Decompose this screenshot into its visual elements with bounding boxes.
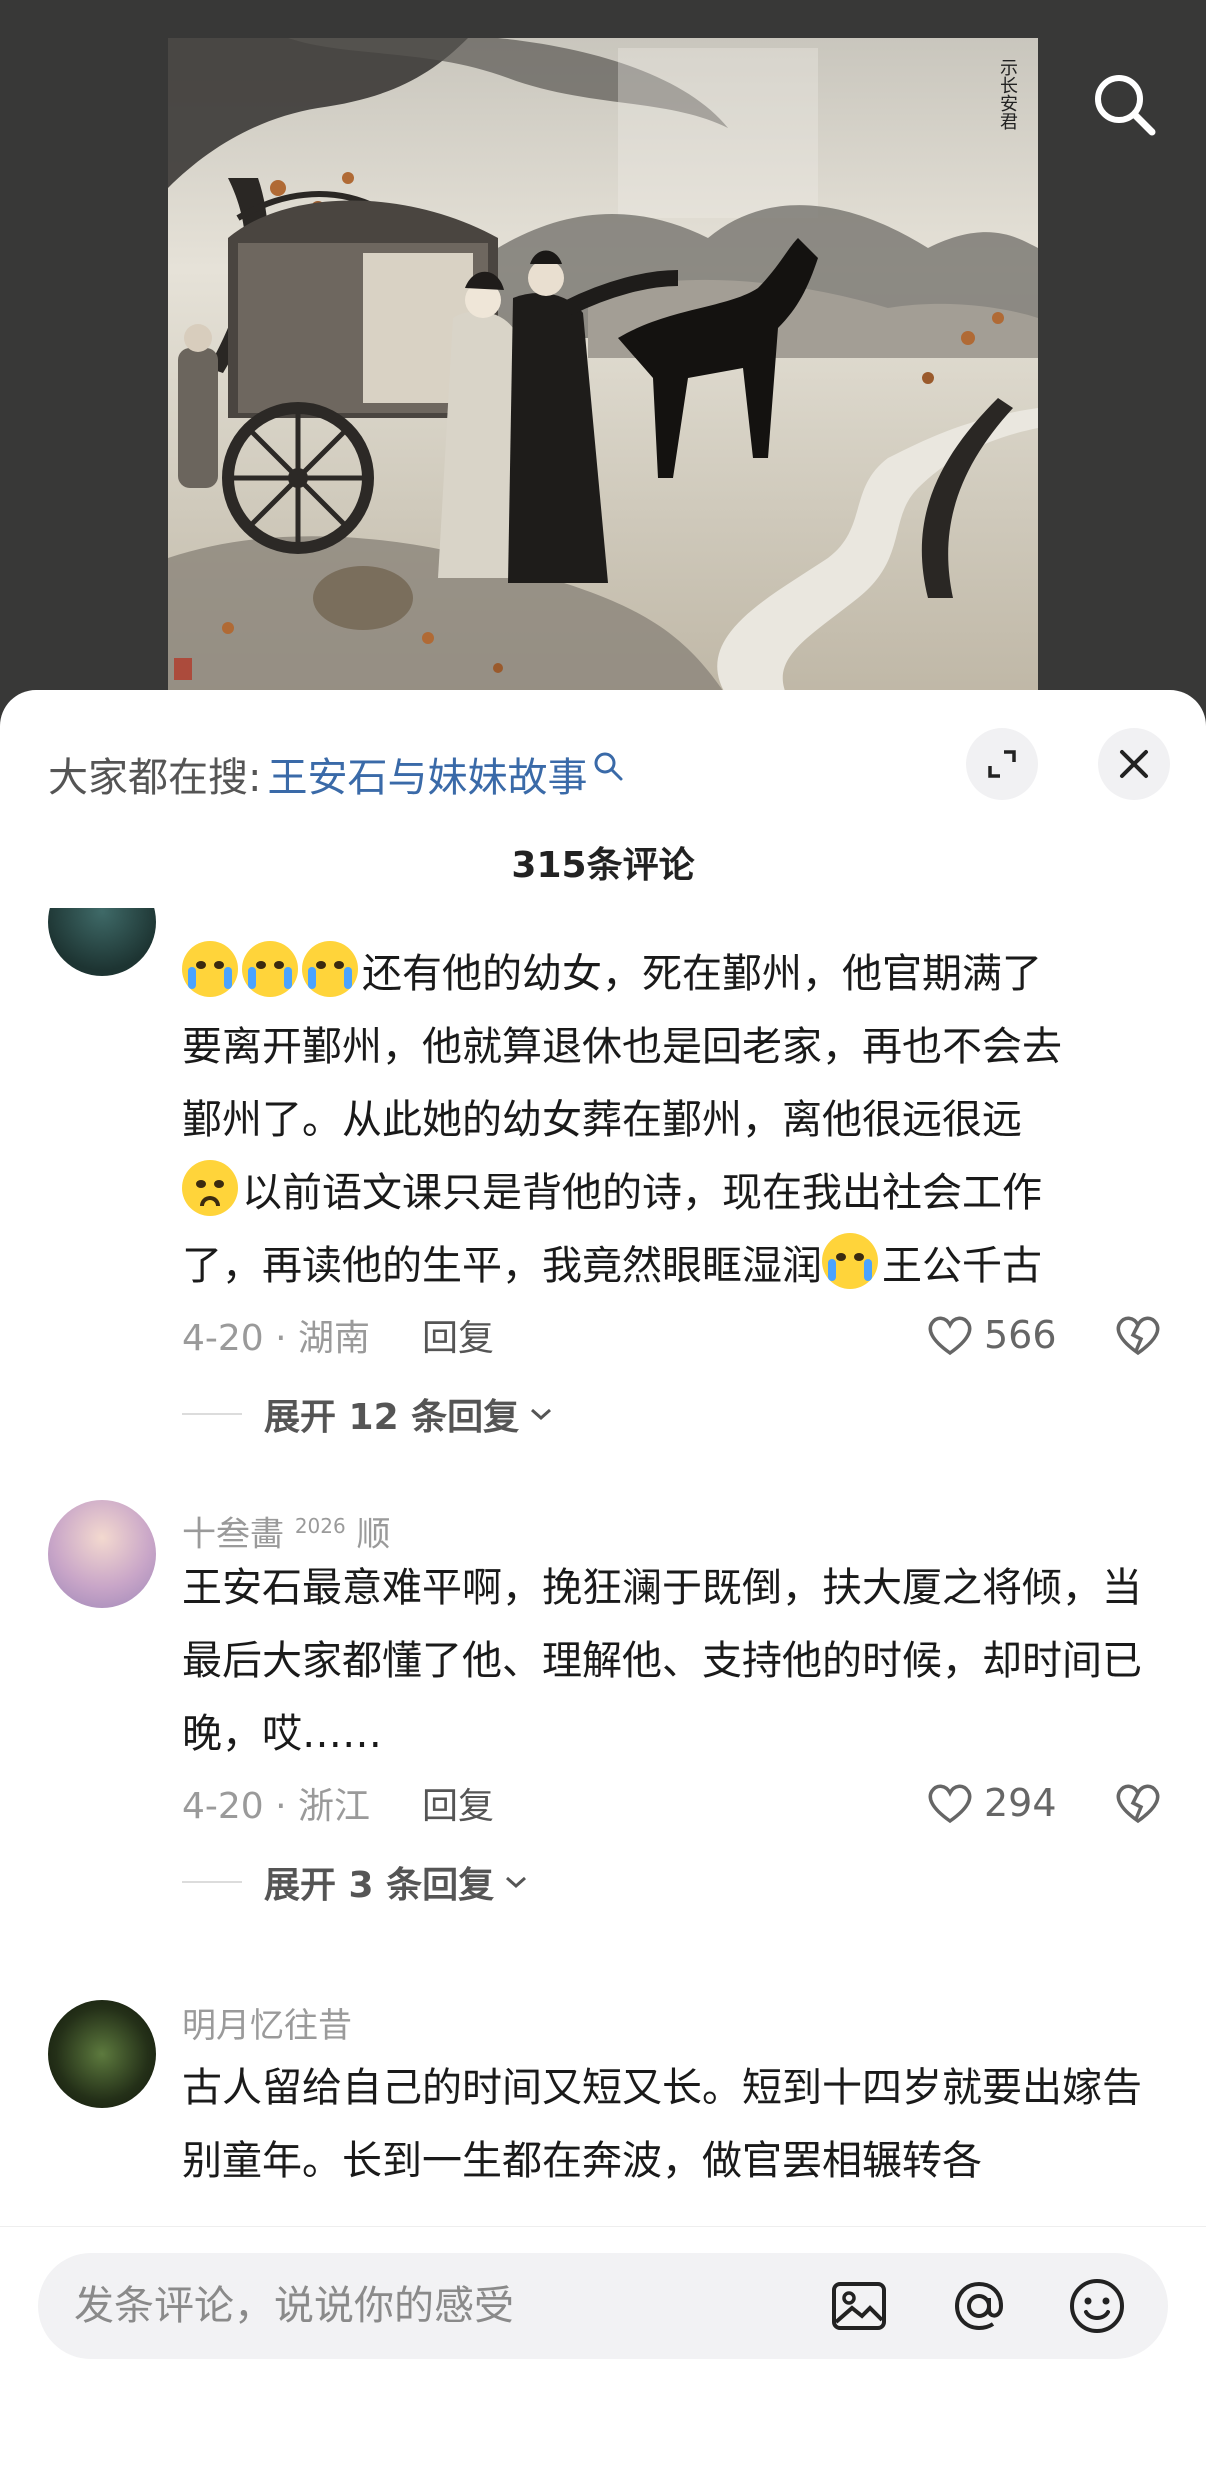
like-area: 294 [926,1781,1162,1825]
close-icon [1120,750,1148,778]
expand-replies-button[interactable]: 展开 12 条回复 [182,1379,1162,1449]
comment-sheet: 大家都在搜: 王安石与妹妹故事 315条评论 还有他的幼女，死在鄞州，他官期满了… [0,690,1206,2475]
comment-meta: 4-20 · 湖南 回复 566 [182,1303,1162,1367]
divider [182,1881,242,1883]
loudly-crying-emoji-icon [242,941,298,997]
chevron-down-icon [531,1408,552,1421]
comment-text: 王安石最意难平啊，挽狂澜于既倒，扶大厦之将倾，当最后大家都懂了他、理解他、支持他… [182,1565,1142,1757]
comment-input-bar: 发条评论，说说你的感受 [0,2226,1206,2475]
heart-icon[interactable] [926,1781,974,1825]
trending-search-term[interactable]: 王安石与妹妹故事 [267,745,587,803]
comment-input-placeholder: 发条评论，说说你的感受 [74,2283,514,2329]
screen: 示长安君 大家都在搜: 王安石与妹妹故事 315条评论 还有他的幼女，死在鄞州，… [0,0,1206,2475]
heart-icon[interactable] [926,1313,974,1357]
broken-heart-icon[interactable] [1114,1781,1162,1825]
like-count: 294 [984,1781,1057,1825]
commenter-name[interactable]: 十叁畵 2026 顺 [182,1500,1162,1554]
comment-list[interactable]: 还有他的幼女，死在鄞州，他官期满了 要离开鄞州，他就算退休也是回老家，再也不会去… [0,908,1206,2228]
avatar[interactable] [48,2000,156,2108]
divider [182,1413,242,1415]
painting-artwork: 示长安君 [168,38,1038,698]
at-icon[interactable] [944,2271,1014,2341]
painting-inscription: 示长安君 [998,58,1018,130]
reply-button[interactable]: 回复 [422,1309,494,1361]
comment-input[interactable]: 发条评论，说说你的感受 [38,2253,1168,2359]
chevron-down-icon [506,1876,527,1889]
comment-date-location: 4-20 · 湖南 [182,1318,371,1359]
commenter-name[interactable]: 明月忆往昔 [182,2000,1162,2052]
comment-text: 还有他的幼女，死在鄞州，他官期满了 要离开鄞州，他就算退休也是回老家，再也不会去… [182,938,1162,1303]
loudly-crying-emoji-icon [302,941,358,997]
reply-button[interactable]: 回复 [422,1777,494,1829]
video-area[interactable]: 示长安君 [0,0,1206,720]
trending-search-prefix: 大家都在搜: [48,755,262,801]
comment-date-location: 4-20 · 浙江 [182,1786,371,1827]
holding-back-tears-emoji-icon [182,1160,238,1216]
comment-text: 古人留给自己的时间又短又长。短到十四岁就要出嫁告别童年。长到一生都在奔波，做官罢… [182,2065,1142,2184]
expand-icon [988,750,1016,778]
emoji-icon[interactable] [1062,2271,1132,2341]
expand-replies-button[interactable]: 展开 3 条回复 [182,1847,1162,1917]
avatar[interactable] [48,908,156,976]
comment-count: 315条评论 [511,845,695,886]
expand-button[interactable] [966,728,1038,800]
ink-painting-image: 示长安君 [168,38,1038,698]
search-icon [594,752,623,781]
loudly-crying-emoji-icon [182,941,238,997]
search-icon[interactable] [1088,68,1160,140]
image-icon[interactable] [824,2271,894,2341]
loudly-crying-emoji-icon [822,1233,878,1289]
avatar[interactable] [48,1500,156,1608]
trending-search[interactable]: 大家都在搜: 王安石与妹妹故事 [48,738,625,810]
like-area: 566 [926,1313,1162,1357]
close-button[interactable] [1098,728,1170,800]
comment-meta: 4-20 · 浙江 回复 294 [182,1771,1162,1835]
broken-heart-icon[interactable] [1114,1313,1162,1357]
like-count: 566 [984,1313,1057,1357]
